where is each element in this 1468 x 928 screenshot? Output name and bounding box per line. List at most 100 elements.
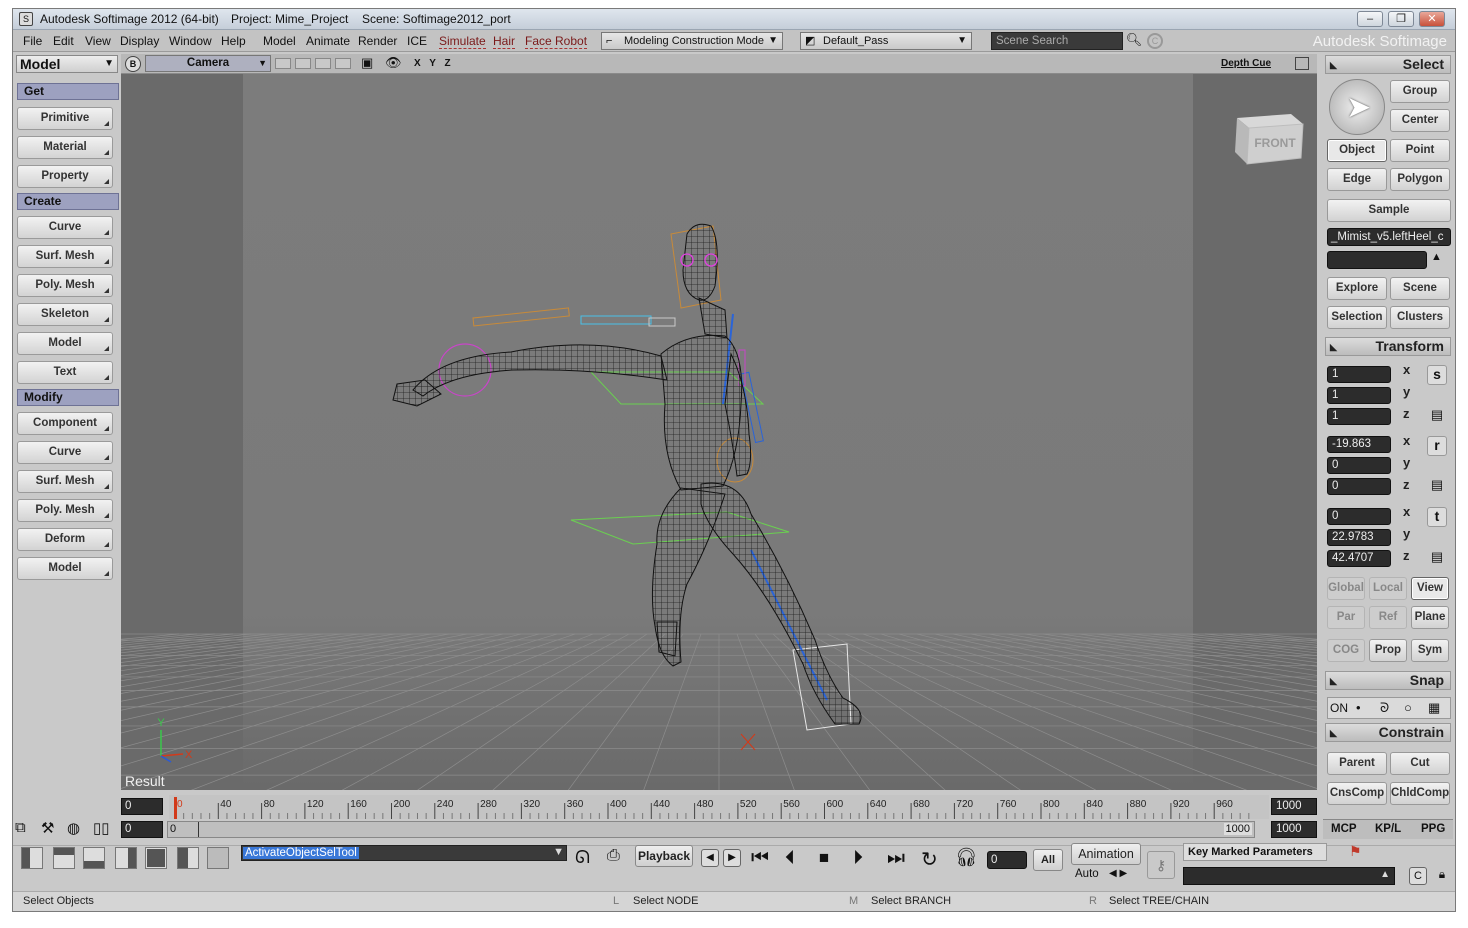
playhead-marker[interactable] (174, 797, 177, 819)
modify-poly-mesh-button[interactable]: Poly. Mesh (17, 499, 113, 522)
close-button[interactable]: ✕ (1419, 11, 1445, 27)
module-select[interactable]: Model ▼ (16, 55, 118, 73)
create-curve-button[interactable]: Curve (17, 216, 113, 239)
scale-y-label[interactable]: y (1403, 384, 1410, 399)
select-header[interactable]: Select (1325, 55, 1451, 74)
chldcomp-button[interactable]: ChldComp (1390, 782, 1450, 805)
scene-search-input[interactable]: Scene Search (991, 32, 1123, 50)
modify-model-button[interactable]: Model (17, 557, 113, 580)
menu-window[interactable]: Window (169, 34, 212, 48)
section-create[interactable]: Create (17, 193, 119, 210)
view-toggle-2[interactable] (295, 58, 311, 69)
view-toggle-3[interactable] (315, 58, 331, 69)
snap-grid-icon[interactable]: ▦ (1428, 700, 1440, 716)
rotate-menu-icon[interactable]: ▤ (1427, 477, 1447, 497)
edge-button[interactable]: Edge (1327, 168, 1387, 191)
auto-key-toggle[interactable]: Auto (1075, 868, 1099, 880)
create-surf-mesh-button[interactable]: Surf. Mesh (17, 245, 113, 268)
maximize-button[interactable]: ❐ (1388, 11, 1414, 27)
tab-ppg[interactable]: PPG (1421, 823, 1445, 835)
scale-y-field[interactable]: 1 (1327, 387, 1391, 404)
ref-button[interactable]: Ref (1369, 606, 1407, 629)
parent-button[interactable]: Parent (1327, 752, 1387, 775)
scale-x-label[interactable]: x (1403, 362, 1410, 377)
prev-anim-icon[interactable]: ◀ ▶ (1109, 868, 1127, 879)
point-button[interactable]: Point (1390, 139, 1450, 162)
selection-filter-field[interactable] (1327, 251, 1427, 269)
menu-model[interactable]: Model (263, 34, 296, 48)
skeleton-button[interactable]: Skeleton (17, 303, 113, 326)
transform-header[interactable]: Transform (1325, 337, 1451, 356)
key-marked-parameters-button[interactable]: Key Marked Parameters (1183, 843, 1327, 861)
polygon-button[interactable]: Polygon (1390, 168, 1450, 191)
layout-icon[interactable]: ⧉ (15, 819, 37, 841)
constrain-header[interactable]: Constrain (1325, 723, 1451, 742)
range-start-field[interactable]: 0 (121, 821, 163, 838)
view-button[interactable]: View (1411, 577, 1449, 600)
clusters-button[interactable]: Clusters (1390, 306, 1450, 329)
create-poly-mesh-button[interactable]: Poly. Mesh (17, 274, 113, 297)
all-button[interactable]: All (1033, 849, 1063, 871)
menu-render[interactable]: Render (358, 34, 397, 48)
marking-list-field[interactable]: ▲ (1183, 867, 1395, 885)
range-end-field[interactable]: 1000 (1271, 821, 1317, 838)
axis-toggles[interactable]: X Y Z (414, 58, 454, 69)
deform-button[interactable]: Deform (17, 528, 113, 551)
sample-button[interactable]: Sample (1327, 199, 1451, 222)
animation-button[interactable]: Animation (1071, 843, 1141, 865)
scale-z-field[interactable]: 1 (1327, 408, 1391, 425)
snap-circle-icon[interactable]: ○ (1404, 700, 1412, 715)
viewport-letter-icon[interactable]: B (125, 56, 141, 72)
rotate-z-label[interactable]: z (1403, 477, 1410, 492)
menu-simulate[interactable]: Simulate (439, 34, 486, 49)
rotate-x-label[interactable]: x (1403, 433, 1410, 448)
layout-right-icon[interactable] (115, 847, 137, 869)
rotate-x-field[interactable]: -19.863 (1327, 436, 1391, 453)
selection-button[interactable]: Selection (1327, 306, 1387, 329)
viewport[interactable]: B Camera ▼ ▣ 👁︎ X Y Z Depth Cue Y X Resu… (121, 54, 1317, 790)
menu-face-robot[interactable]: Face Robot (525, 34, 588, 49)
current-frame-field[interactable]: 0 (987, 851, 1027, 869)
section-get[interactable]: Get (17, 83, 119, 100)
component-button[interactable]: Component (17, 412, 113, 435)
script-editor-icon[interactable]: ᘏ (575, 847, 590, 868)
audio-icon[interactable]: 🎧︎ (955, 847, 978, 868)
section-modify[interactable]: Modify (17, 389, 119, 406)
scale-z-label[interactable]: z (1403, 406, 1410, 421)
eye-icon[interactable]: 👁︎ (385, 55, 402, 71)
palette-icon[interactable]: ◍ (67, 819, 89, 841)
scale-x-field[interactable]: 1 (1327, 366, 1391, 383)
loop-icon[interactable]: ↻ (921, 847, 938, 872)
tab-mcp[interactable]: MCP (1331, 823, 1357, 835)
selection-name-field[interactable]: _Mimist_v5.leftHeel_c (1327, 228, 1451, 246)
group-button[interactable]: Group (1390, 80, 1450, 103)
local-button[interactable]: Local (1369, 577, 1407, 600)
camera-select[interactable]: Camera ▼ (145, 55, 271, 72)
translate-x-field[interactable]: 0 (1327, 508, 1391, 525)
create-model-button[interactable]: Model (17, 332, 113, 355)
first-frame-icon[interactable]: ⏮ (751, 847, 769, 870)
search-icon[interactable]: 🔍︎ (1125, 32, 1143, 50)
timeline-start-field[interactable]: 0 (121, 798, 163, 815)
layout-quad-icon[interactable] (145, 847, 167, 869)
translate-y-field[interactable]: 22.9783 (1327, 529, 1391, 546)
par-button[interactable]: Par (1327, 606, 1365, 629)
prop-button[interactable]: Prop (1369, 639, 1407, 662)
cnscomp-button[interactable]: CnsComp (1327, 782, 1387, 805)
snap-on-toggle[interactable]: ON (1330, 701, 1348, 715)
snap-curve-icon[interactable]: ᘐ (1380, 700, 1389, 716)
view-toggle-1[interactable] (275, 58, 291, 69)
stop-icon[interactable]: ⏹ (819, 847, 829, 870)
menu-animate[interactable]: Animate (306, 34, 350, 48)
scale-menu-icon[interactable]: ▤ (1427, 407, 1447, 427)
range-slider[interactable]: 0 1000 (167, 821, 1255, 838)
center-button[interactable]: Center (1390, 109, 1450, 132)
menu-ice[interactable]: ICE (407, 34, 427, 48)
marked-params-icon[interactable]: ⚑ (1349, 843, 1362, 860)
snap-point-icon[interactable]: • (1356, 700, 1361, 715)
modify-surf-mesh-button[interactable]: Surf. Mesh (17, 470, 113, 493)
snap-header[interactable]: Snap (1325, 671, 1451, 690)
prev-key-icon[interactable]: ◀ (701, 849, 719, 867)
construction-mode-select[interactable]: ⌐ Modeling Construction Mode ▼ (601, 32, 783, 50)
global-button[interactable]: Global (1327, 577, 1365, 600)
